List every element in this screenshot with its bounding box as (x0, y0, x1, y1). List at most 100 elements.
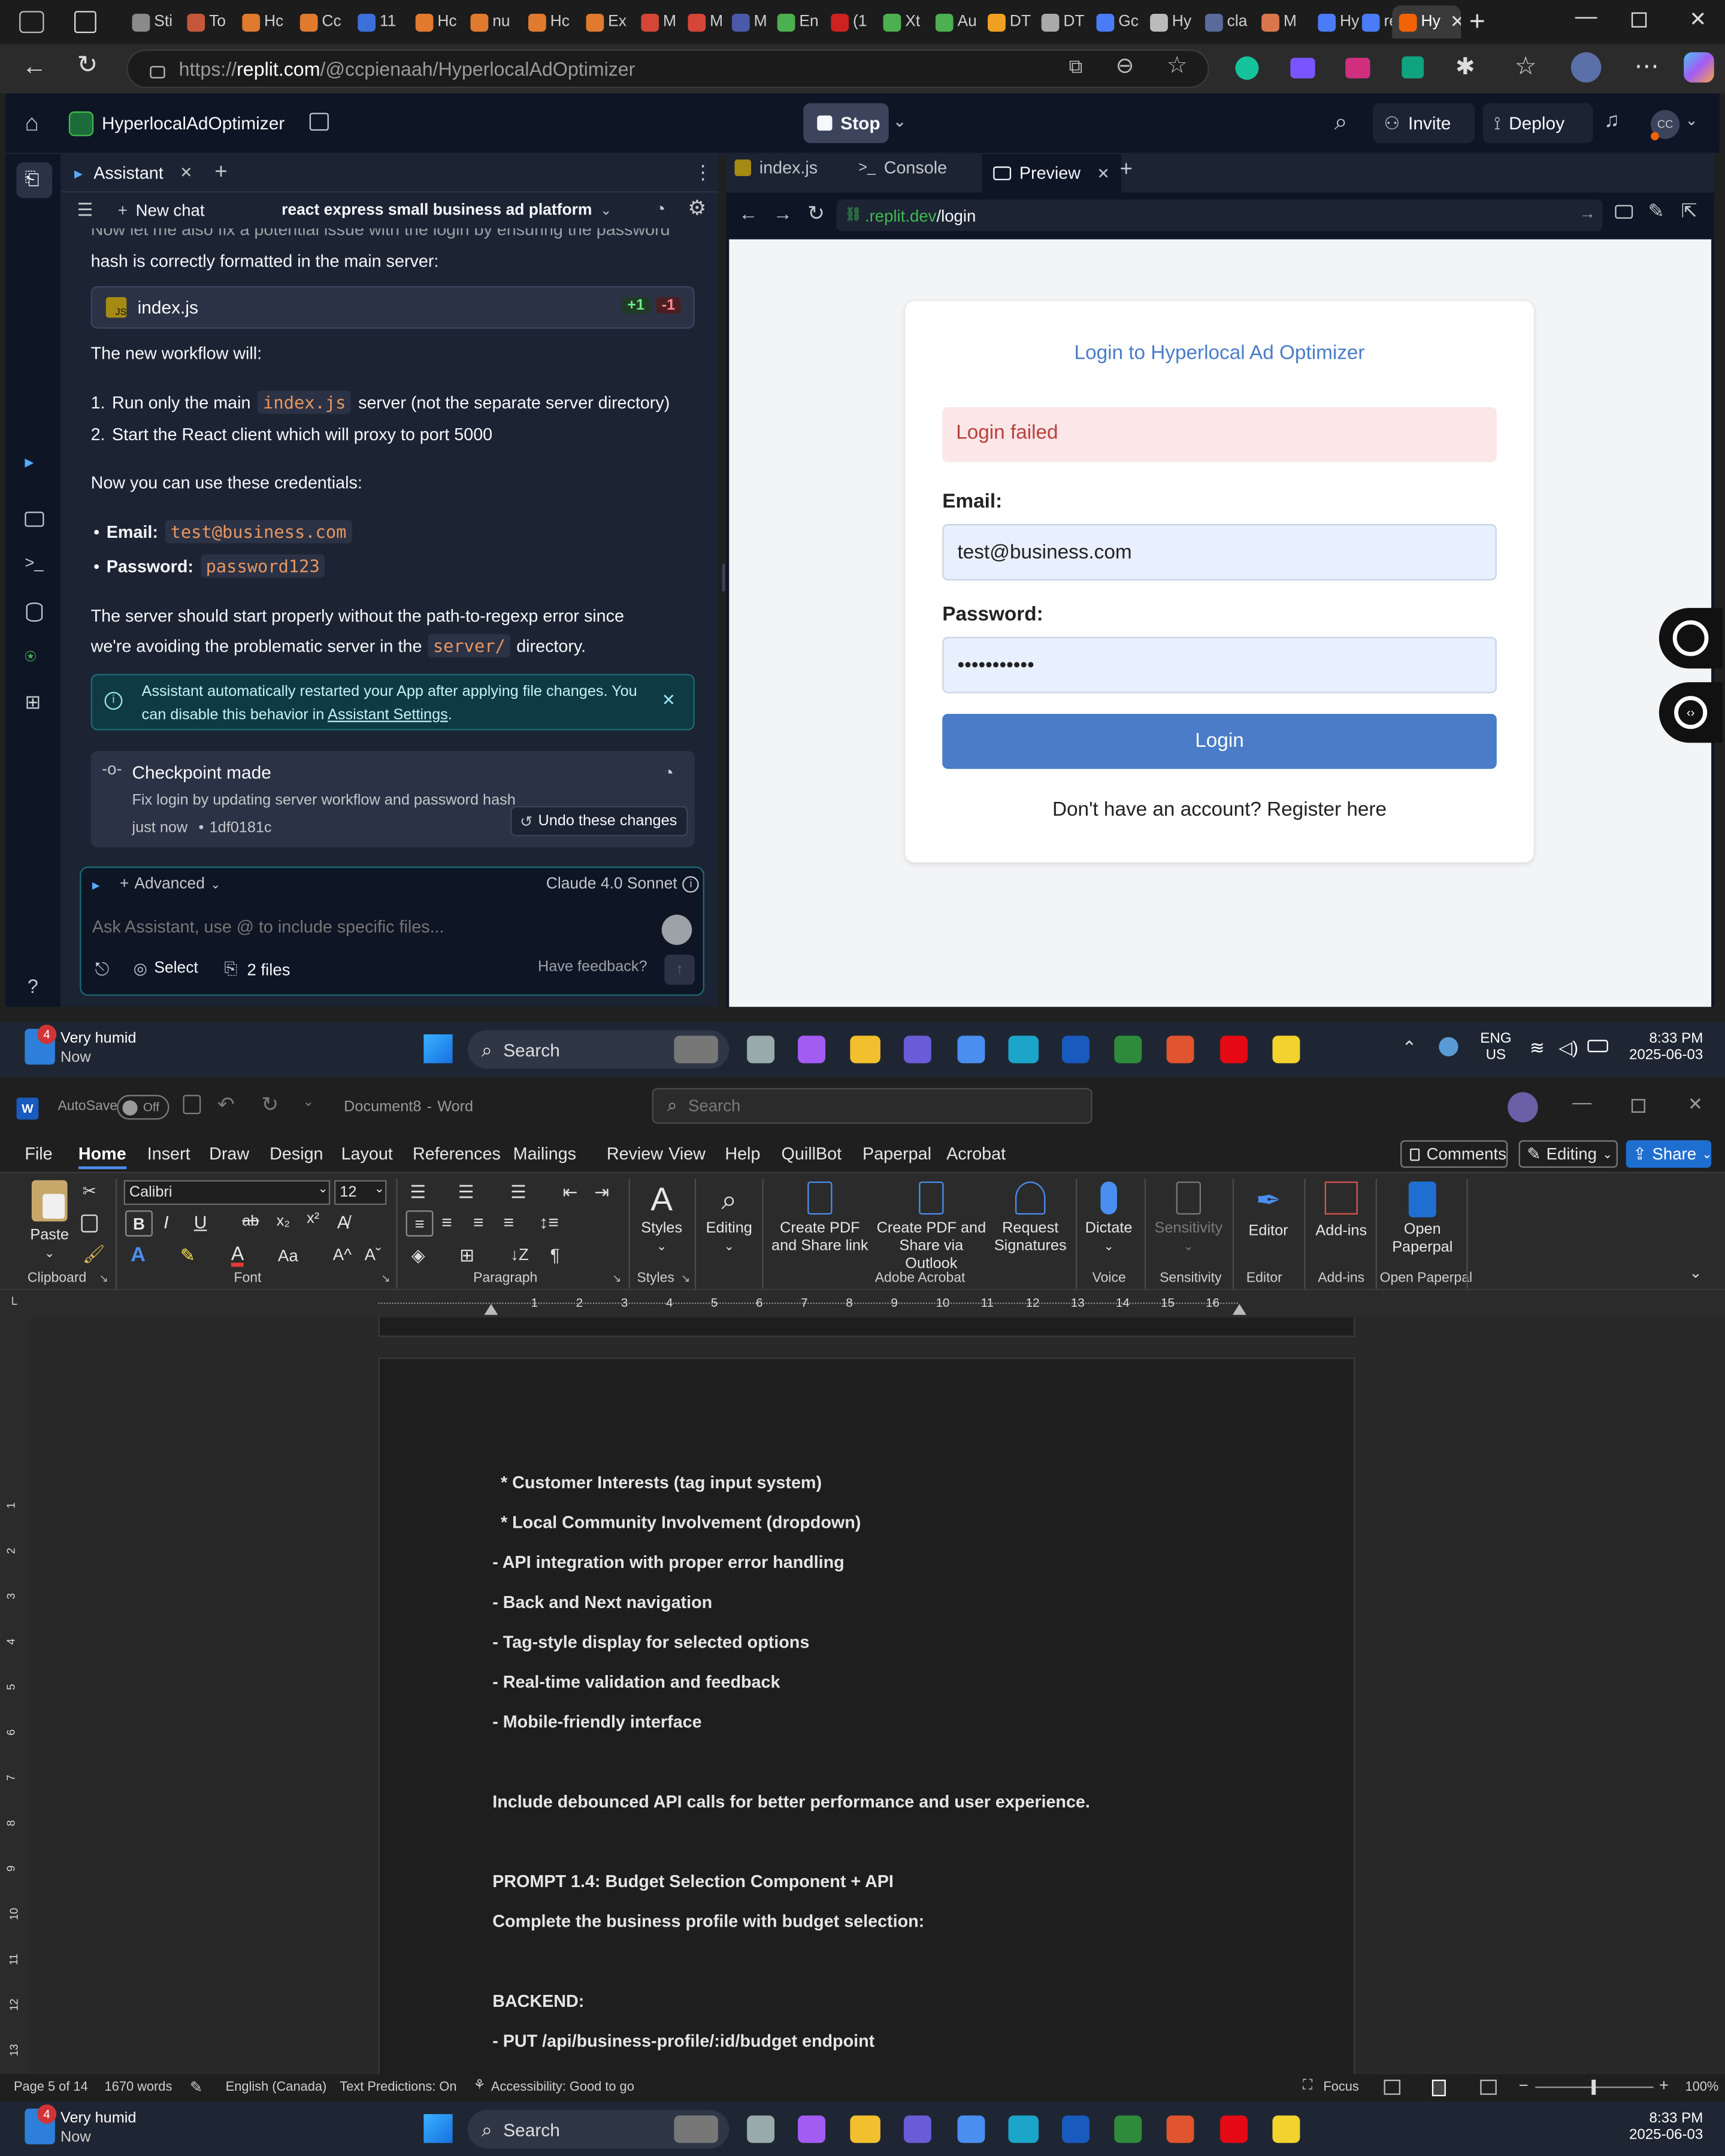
tab-file[interactable]: File (25, 1144, 52, 1164)
right-indent-marker[interactable] (1232, 1304, 1246, 1315)
deploy-button[interactable]: ⟟ Deploy (1482, 103, 1593, 143)
netflix-icon[interactable] (1220, 2115, 1248, 2143)
tab-paperpal[interactable]: Paperpal (862, 1144, 931, 1164)
add-tab-icon[interactable]: + (214, 161, 227, 185)
chrome-like-icon[interactable] (1114, 2115, 1142, 2143)
tab-preview[interactable]: Preview ✕ (982, 154, 1121, 193)
chrome-like-icon[interactable] (1114, 1035, 1142, 1064)
tab-layout[interactable]: Layout (341, 1144, 393, 1164)
sort-icon[interactable]: ↓Z (510, 1245, 529, 1264)
redo-icon[interactable]: ↻ (261, 1092, 279, 1117)
text-effects-icon[interactable]: A (131, 1243, 146, 1267)
document-title[interactable]: Document8- Word (344, 1099, 473, 1116)
bike-widget-icon[interactable] (674, 1035, 718, 1064)
minimize-icon[interactable]: — (1575, 5, 1597, 30)
clock[interactable]: 8:33 PM 2025-06-03 (1623, 2110, 1703, 2143)
feedback-link[interactable]: Have feedback? (538, 959, 647, 976)
add-ins-button[interactable]: Add-ins (1309, 1181, 1373, 1241)
save-icon[interactable] (183, 1095, 201, 1115)
dialog-launcher-icon[interactable]: ↘ (612, 1272, 621, 1285)
code-inspector-floating-icon[interactable]: ‹› (1659, 682, 1723, 743)
change-case-icon[interactable]: Aa (278, 1246, 298, 1265)
italic-icon[interactable]: I (164, 1212, 168, 1232)
new-chat-button[interactable]: New chat (136, 201, 205, 220)
bot-icon[interactable] (661, 915, 692, 945)
browser-tab[interactable]: cla (1205, 5, 1255, 38)
tab-draw[interactable]: Draw (209, 1144, 249, 1164)
minimize-icon[interactable]: — (1572, 1091, 1591, 1113)
font-size-select[interactable]: 12 ⌄ (334, 1180, 387, 1205)
favorite-star-icon[interactable]: ☆ (1167, 52, 1188, 80)
word-icon[interactable] (1062, 1035, 1090, 1064)
browser-tab[interactable]: Sti (132, 5, 181, 38)
editor-button[interactable]: ✒ Editor (1238, 1182, 1299, 1241)
tab-quillbot[interactable]: QuillBot (782, 1144, 842, 1164)
align-right-icon[interactable]: ≡ (473, 1212, 483, 1232)
web-layout-icon[interactable] (1480, 2079, 1497, 2095)
editing-mode-button[interactable]: ✎ Editing ⌄ (1518, 1140, 1618, 1168)
password-input[interactable] (942, 637, 1497, 694)
page-count[interactable]: Page 5 of 14 (14, 2080, 88, 2095)
login-button[interactable]: Login (942, 713, 1497, 769)
grow-font-icon[interactable]: A^ (333, 1245, 352, 1264)
browser-tab[interactable]: En (777, 5, 827, 38)
language-indicator[interactable]: ENG US (1480, 1030, 1511, 1063)
copilot-icon[interactable] (1684, 52, 1714, 83)
bullets-icon[interactable]: ☰ (410, 1182, 426, 1204)
add-tab-icon[interactable]: + (1120, 158, 1133, 183)
subscript-icon[interactable]: x₂ (277, 1213, 290, 1230)
decrease-indent-icon[interactable]: ⇤ (562, 1182, 577, 1204)
address-bar[interactable]: https://replit.com/@ccpienaah/Hyperlocal… (126, 49, 1209, 88)
zoom-slider-thumb[interactable] (1591, 2079, 1596, 2095)
extensions-puzzle-icon[interactable]: ✱ (1455, 54, 1475, 81)
browser-tab[interactable]: Xt (883, 5, 933, 38)
stop-button[interactable]: Stop (803, 103, 889, 143)
format-painter-icon[interactable]: 🖌 (83, 1243, 105, 1265)
tab-index-js[interactable]: index.js (734, 158, 818, 177)
wifi-icon[interactable]: ≋ (1530, 1037, 1545, 1059)
align-center-icon[interactable]: ≡ (441, 1212, 452, 1232)
create-pdf-outlook-button[interactable]: Create PDF and Share via Outlook (872, 1181, 991, 1274)
devtools-wrench-icon[interactable]: ✎ (1648, 199, 1664, 223)
align-left-icon[interactable]: ≡ (405, 1210, 434, 1237)
assistant-input[interactable] (92, 912, 643, 943)
refresh-icon[interactable]: ↻ (807, 201, 825, 226)
copy-icon[interactable] (81, 1214, 98, 1233)
battery-icon[interactable] (1587, 1040, 1608, 1052)
browser-tab[interactable]: M (731, 5, 782, 38)
line-spacing-icon[interactable]: ↕≡ (539, 1212, 558, 1232)
undo-changes-button[interactable]: ↺ Undo these changes (510, 806, 688, 837)
windows-start-icon[interactable] (423, 2114, 453, 2143)
tab-mailings[interactable]: Mailings (513, 1144, 576, 1164)
close-tab-icon[interactable]: ✕ (1450, 11, 1461, 33)
account-avatar[interactable] (1508, 1092, 1538, 1123)
zoom-out-icon[interactable]: − (1519, 2076, 1529, 2095)
device-preview-icon[interactable] (1615, 205, 1633, 219)
copilot-icon[interactable] (798, 1035, 826, 1064)
visual-studio-icon[interactable] (903, 2115, 931, 2143)
project-name[interactable]: HyperlocalAdOptimizer (102, 113, 285, 133)
word-count[interactable]: 1670 words (105, 2080, 172, 2095)
reading-mode-icon[interactable]: ⊖ (1116, 52, 1134, 80)
vertical-tabs-icon[interactable] (74, 11, 96, 34)
collections-icon[interactable]: ☆ (1515, 52, 1537, 81)
document-page[interactable]: * Customer Interests (tag input system) … (378, 1357, 1355, 2087)
help-icon[interactable]: ? (28, 975, 38, 997)
advanced-mode-toggle[interactable]: + Advanced ⌄ (120, 876, 221, 893)
files-panel-icon[interactable]: ⎗ (25, 168, 39, 190)
shading-icon[interactable]: ◈ (411, 1245, 425, 1267)
chatgpt-extension-icon[interactable] (1402, 56, 1424, 78)
read-mode-icon[interactable] (1384, 2079, 1401, 2095)
all-tools-icon[interactable]: ⊞ (25, 691, 41, 714)
sticky-app-icon[interactable] (1272, 1035, 1300, 1064)
text-predictions-status[interactable]: Text Predictions: On (340, 2080, 456, 2095)
browser-tab[interactable]: 11 (358, 5, 407, 38)
show-formatting-marks-icon[interactable]: ¶ (550, 1245, 560, 1265)
editing-group-button[interactable]: ⌕ Editing ⌄ (701, 1182, 756, 1256)
file-explorer-icon[interactable] (850, 1035, 880, 1064)
browser-tab[interactable]: Au (935, 5, 985, 38)
styles-gallery-button[interactable]: A Styles ⌄ (635, 1182, 688, 1256)
browser-tab[interactable]: Ex (586, 5, 635, 38)
kebab-menu-icon[interactable]: ⋮ (694, 161, 713, 184)
new-tab-icon[interactable]: + (1469, 7, 1485, 38)
